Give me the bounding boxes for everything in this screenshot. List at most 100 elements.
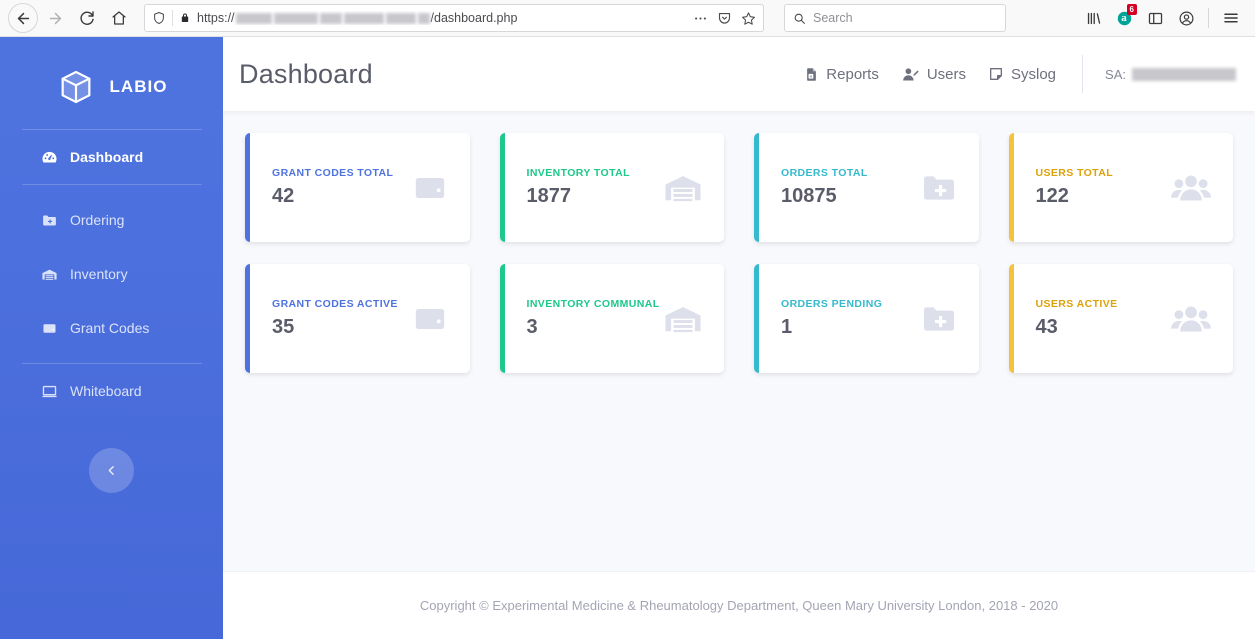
topbar-nav: x Reports Users Syslog bbox=[804, 66, 1056, 83]
browser-toolbar: https:// /dashboard.php Search a 6 bbox=[0, 0, 1255, 37]
library-icon[interactable] bbox=[1079, 4, 1107, 32]
account-prefix: SA: bbox=[1105, 66, 1126, 82]
page-footer: Copyright © Experimental Medicine & Rheu… bbox=[223, 571, 1255, 639]
account-indicator[interactable]: SA: bbox=[1105, 67, 1237, 82]
stat-card-text: ORDERS PENDING 1 bbox=[781, 298, 919, 339]
url-scheme: https:// bbox=[197, 11, 235, 25]
addressbar-divider bbox=[172, 10, 173, 26]
stat-card-inventory-total[interactable]: INVENTORY TOTAL 1877 bbox=[499, 133, 724, 242]
sidebar-item-ordering[interactable]: Ordering bbox=[0, 193, 223, 247]
stat-card-users-active[interactable]: USERS ACTIVE 43 bbox=[1008, 264, 1233, 373]
sidebar-item-label: Ordering bbox=[70, 212, 125, 228]
topnav-item-reports[interactable]: x Reports bbox=[804, 66, 879, 83]
wallet-icon bbox=[410, 168, 450, 208]
stat-card-text: USERS ACTIVE 43 bbox=[1036, 298, 1170, 339]
stat-card-value: 122 bbox=[1035, 185, 1069, 207]
stat-card-text: GRANT CODES TOTAL 42 bbox=[272, 167, 410, 208]
sidebar-item-label: Grant Codes bbox=[70, 320, 150, 336]
hamburger-menu-icon[interactable] bbox=[1217, 4, 1245, 32]
url-path: /dashboard.php bbox=[430, 11, 518, 25]
topnav-label: Syslog bbox=[1011, 65, 1057, 83]
tachometer-icon bbox=[40, 148, 58, 166]
stat-card-label: ORDERS TOTAL bbox=[781, 167, 868, 179]
star-icon[interactable] bbox=[741, 11, 756, 26]
url-host-redacted-6 bbox=[417, 12, 430, 24]
sidebar-item-label: Dashboard bbox=[70, 149, 144, 165]
topnav-label: Reports bbox=[826, 65, 879, 83]
topnav-label: Users bbox=[926, 65, 966, 83]
folder-plus-icon bbox=[40, 211, 58, 229]
stat-card-inventory-communal[interactable]: INVENTORY COMMUNAL 3 bbox=[499, 264, 724, 373]
url-host-redacted-3 bbox=[319, 12, 342, 24]
shield-icon[interactable] bbox=[152, 11, 166, 25]
cube-logo-icon bbox=[56, 67, 96, 107]
browser-back-button[interactable] bbox=[8, 3, 38, 33]
browser-search-bar[interactable]: Search bbox=[784, 4, 1006, 32]
footer-copyright: Copyright © Experimental Medicine & Rheu… bbox=[419, 598, 1059, 613]
warehouse-icon bbox=[662, 298, 704, 340]
chevron-left-icon bbox=[105, 464, 118, 477]
url-text[interactable]: https:// /dashboard.php bbox=[197, 11, 687, 25]
stat-card-value: 1 bbox=[781, 316, 793, 338]
browser-forward-button[interactable] bbox=[40, 3, 70, 33]
toolbar-divider bbox=[1208, 8, 1209, 28]
stat-card-label: ORDERS PENDING bbox=[781, 298, 883, 310]
folder-plus-icon bbox=[919, 168, 959, 208]
users-icon bbox=[1169, 297, 1213, 341]
topnav-item-users[interactable]: Users bbox=[901, 66, 966, 83]
stat-card-label: GRANT CODES ACTIVE bbox=[272, 298, 398, 310]
sidebar-collapse-button[interactable] bbox=[89, 448, 134, 493]
account-name-redacted bbox=[1132, 67, 1236, 81]
brand[interactable]: LABIO bbox=[56, 55, 168, 129]
url-host-redacted-4 bbox=[343, 12, 384, 24]
topnav-item-syslog[interactable]: Syslog bbox=[988, 66, 1056, 83]
extension-icon[interactable]: a 6 bbox=[1110, 4, 1138, 32]
browser-toolbar-right: a 6 bbox=[1079, 4, 1247, 32]
browser-reload-button[interactable] bbox=[72, 3, 102, 33]
warehouse-icon bbox=[662, 167, 704, 209]
chalkboard-icon bbox=[40, 382, 58, 400]
stat-card-value: 10875 bbox=[781, 185, 837, 207]
stat-card-text: INVENTORY TOTAL 1877 bbox=[527, 167, 663, 208]
sidebar-toggle-icon[interactable] bbox=[1141, 4, 1169, 32]
wallet-icon bbox=[40, 319, 58, 337]
stat-card-text: USERS TOTAL 122 bbox=[1036, 167, 1170, 208]
warehouse-icon bbox=[40, 265, 58, 283]
stat-card-label: INVENTORY TOTAL bbox=[526, 167, 630, 179]
stat-card-value: 3 bbox=[526, 316, 538, 338]
sidebar-item-inventory[interactable]: Inventory bbox=[0, 247, 223, 301]
stat-card-grant-codes-active[interactable]: GRANT CODES ACTIVE 35 bbox=[245, 264, 470, 373]
lock-icon[interactable] bbox=[179, 12, 191, 24]
sidebar-item-label: Inventory bbox=[70, 266, 128, 282]
app-shell: LABIO Dashboard Ordering Inventory Grant… bbox=[0, 37, 1255, 639]
folder-plus-icon bbox=[919, 299, 959, 339]
search-icon bbox=[793, 12, 806, 25]
pocket-icon[interactable] bbox=[717, 11, 732, 26]
sidebar-item-whiteboard[interactable]: Whiteboard bbox=[0, 364, 223, 418]
stat-card-orders-total[interactable]: ORDERS TOTAL 10875 bbox=[754, 133, 979, 242]
stat-card-users-total[interactable]: USERS TOTAL 122 bbox=[1008, 133, 1233, 242]
file-excel-icon: x bbox=[804, 66, 819, 83]
url-host-redacted-2 bbox=[273, 12, 318, 24]
sidebar-item-dashboard[interactable]: Dashboard bbox=[0, 130, 223, 184]
wallet-icon bbox=[410, 299, 450, 339]
stat-card-grant-codes-total[interactable]: GRANT CODES TOTAL 42 bbox=[245, 133, 470, 242]
account-icon[interactable] bbox=[1172, 4, 1200, 32]
browser-search-placeholder: Search bbox=[813, 11, 853, 25]
sidebar-item-grant-codes[interactable]: Grant Codes bbox=[0, 301, 223, 355]
stat-card-label: USERS TOTAL bbox=[1035, 167, 1114, 179]
ellipsis-icon[interactable] bbox=[693, 11, 708, 26]
address-bar[interactable]: https:// /dashboard.php bbox=[144, 4, 764, 32]
url-host-redacted bbox=[235, 12, 272, 24]
stat-card-text: ORDERS TOTAL 10875 bbox=[781, 167, 919, 208]
stat-card-value: 35 bbox=[272, 316, 295, 338]
main-area: Dashboard x Reports Users Syslog SA: GRA… bbox=[223, 37, 1255, 639]
sidebar-collapse-wrap bbox=[0, 448, 223, 493]
browser-home-button[interactable] bbox=[104, 3, 134, 33]
page-title: Dashboard bbox=[239, 58, 373, 89]
extension-badge-count: 6 bbox=[1126, 4, 1137, 15]
stat-card-label: GRANT CODES TOTAL bbox=[272, 167, 394, 179]
stat-card-orders-pending[interactable]: ORDERS PENDING 1 bbox=[754, 264, 979, 373]
